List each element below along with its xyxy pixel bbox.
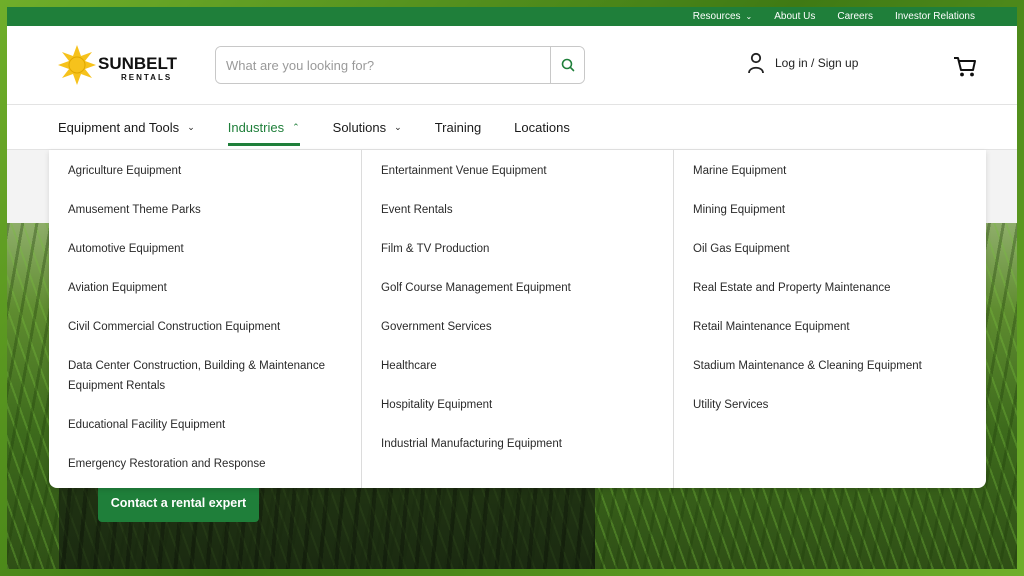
industry-link[interactable]: Educational Facility Equipment [68,416,338,436]
resources-label: Resources [692,11,741,22]
industry-link[interactable]: Event Rentals [381,201,651,221]
industry-link[interactable]: Retail Maintenance Equipment [693,318,963,338]
industry-link[interactable]: Healthcare [381,357,651,377]
industry-link[interactable]: Utility Services [693,396,963,416]
industry-link[interactable]: Civil Commercial Construction Equipment [68,318,338,338]
industry-link[interactable]: Mining Equipment [693,201,963,221]
dropdown-column-1: Agriculture Equipment Amusement Theme Pa… [49,150,361,488]
brand-text: SUNBELT [98,54,178,73]
nav-training[interactable]: Training [435,104,481,150]
nav-solutions[interactable]: Solutions ⌄ [333,104,402,150]
nav-locations[interactable]: Locations [514,104,570,150]
contact-rental-expert-button[interactable]: Contact a rental expert [98,484,259,522]
cart-button[interactable] [953,56,977,83]
industry-link[interactable]: Emergency Restoration and Response [68,455,338,475]
chevron-down-icon: ⌄ [187,121,195,132]
industry-link[interactable]: Golf Course Management Equipment [381,279,651,299]
nav-industries[interactable]: Industries ⌃ [227,104,300,150]
industry-link[interactable]: Government Services [381,318,651,338]
search-icon [561,58,574,72]
industry-link[interactable]: Stadium Maintenance & Cleaning Equipment [693,357,963,377]
sun-icon [58,45,96,85]
industry-link[interactable]: Oil Gas Equipment [693,240,963,260]
browser-viewport: Resources ⌄ About Us Careers Investor Re… [7,7,1017,569]
cart-icon [954,57,976,77]
dropdown-column-2: Entertainment Venue Equipment Event Rent… [361,150,673,488]
nav-label: Training [434,119,482,135]
about-us-link[interactable]: About Us [774,11,815,22]
nav-label: Locations [514,119,570,135]
search-bar [215,46,585,84]
industry-link[interactable]: Industrial Manufacturing Equipment [381,435,651,455]
industry-link[interactable]: Automotive Equipment [68,240,338,260]
industry-link[interactable]: Amusement Theme Parks [68,201,338,221]
nav-label: Equipment and Tools [58,119,180,135]
industry-link[interactable]: Entertainment Venue Equipment [381,162,651,182]
industries-dropdown: Agriculture Equipment Amusement Theme Pa… [49,150,986,488]
careers-link[interactable]: Careers [837,11,873,22]
chevron-down-icon: ⌄ [745,12,753,21]
nav-equipment-and-tools[interactable]: Equipment and Tools ⌄ [58,104,195,150]
search-input[interactable] [216,47,550,83]
chevron-up-icon: ⌃ [292,121,300,132]
nav-label: Solutions [332,119,387,135]
industry-link[interactable]: Real Estate and Property Maintenance [693,279,963,299]
resources-link[interactable]: Resources ⌄ [693,11,753,22]
utility-bar: Resources ⌄ About Us Careers Investor Re… [7,7,1017,26]
industry-link[interactable]: Aviation Equipment [68,279,338,299]
industry-link[interactable]: Data Center Construction, Building & Mai… [68,357,338,396]
industry-link[interactable]: Marine Equipment [693,162,963,182]
nav-label: Industries [227,119,285,135]
main-nav: Equipment and Tools ⌄ Industries ⌃ Solut… [7,104,1017,150]
industry-link[interactable]: Hospitality Equipment [381,396,651,416]
industry-link[interactable]: Film & TV Production [381,240,651,260]
dropdown-column-3: Marine Equipment Mining Equipment Oil Ga… [673,150,985,488]
user-icon [748,52,764,74]
sunbelt-logo[interactable]: SUNBELT RENTALS [57,44,192,86]
investor-relations-link[interactable]: Investor Relations [895,11,975,22]
brand-subtext: RENTALS [121,73,172,82]
site-header: SUNBELT RENTALS Log in / Sign up [7,26,1017,104]
industry-link[interactable]: Agriculture Equipment [68,162,338,182]
search-button[interactable] [550,47,584,83]
chevron-down-icon: ⌄ [394,121,402,132]
login-signup-button[interactable]: Log in / Sign up [747,52,858,74]
login-label: Log in / Sign up [775,56,859,70]
